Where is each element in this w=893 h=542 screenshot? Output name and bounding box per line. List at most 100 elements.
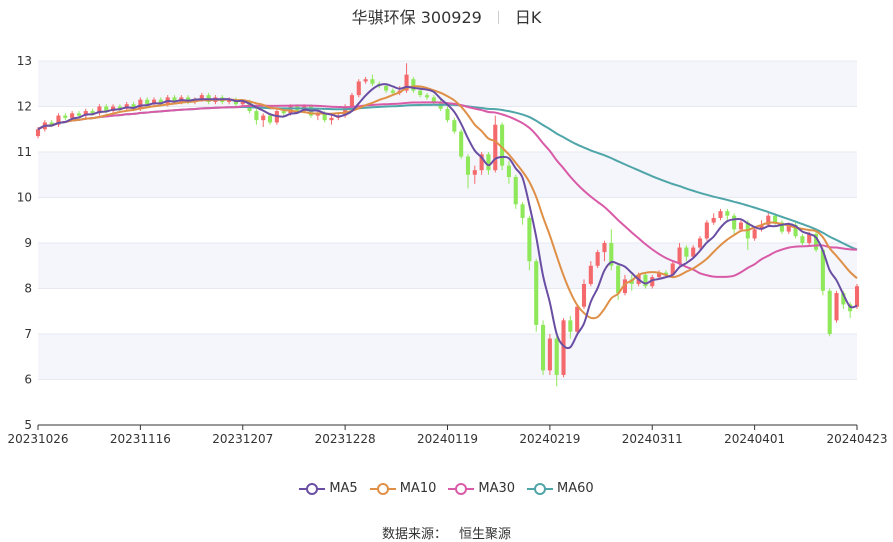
candle-body — [732, 215, 737, 230]
x-tick-label: 20240423 — [826, 432, 887, 446]
candle — [779, 220, 784, 234]
candle-body — [704, 222, 709, 239]
candle-body — [527, 217, 532, 262]
legend-marker-icon — [527, 482, 554, 495]
candle-body — [827, 290, 832, 334]
candle-body — [35, 129, 41, 137]
candle-body — [356, 81, 361, 96]
candle-body — [834, 293, 839, 321]
x-axis: 20231026 20231116 20231207 20231228 20240119… — [7, 424, 888, 446]
candle-body — [431, 97, 436, 102]
candle-body — [370, 79, 375, 84]
y-tick-label: 9 — [24, 236, 32, 250]
candle-body — [547, 338, 552, 371]
candle-body — [363, 79, 368, 82]
candle-body — [459, 131, 464, 157]
candle — [718, 208, 723, 221]
candle-body — [349, 95, 354, 107]
source-label: 数据来源： — [381, 527, 447, 542]
candle — [493, 115, 498, 173]
candle-body — [384, 86, 389, 91]
candle-body — [268, 115, 273, 123]
grid-band — [38, 152, 857, 198]
candle-body — [684, 247, 689, 257]
candle-body — [486, 154, 491, 171]
candle-body — [329, 117, 334, 121]
candle-body — [725, 211, 730, 216]
candle-body — [554, 338, 559, 375]
candle-body — [677, 247, 682, 264]
candle-body — [465, 156, 471, 175]
candle — [63, 113, 68, 121]
candle — [520, 202, 525, 225]
candle-body — [588, 265, 593, 284]
candle-body — [581, 283, 587, 307]
candle-body — [76, 113, 81, 116]
candle — [459, 129, 464, 159]
candle — [452, 117, 457, 134]
candle — [445, 106, 450, 123]
legend: MA5 MA10 MA30 MA60 — [0, 481, 893, 500]
x-tick-label: 20231207 — [212, 432, 273, 446]
candle-body — [575, 306, 580, 332]
candle — [834, 290, 839, 323]
candle — [411, 76, 416, 93]
candle-body — [261, 115, 266, 121]
candle — [827, 288, 832, 337]
candle-body — [752, 229, 757, 239]
candle — [83, 108, 88, 118]
y-tick-label: 6 — [24, 373, 32, 387]
candle — [56, 113, 61, 127]
candle-body — [424, 95, 430, 98]
candle — [854, 283, 860, 309]
y-tick-label: 11 — [17, 145, 32, 159]
candle — [513, 174, 518, 209]
candle — [704, 220, 709, 241]
candle — [547, 334, 552, 375]
candle — [356, 79, 361, 98]
legend-label: MA10 — [399, 481, 437, 496]
candle-body — [697, 238, 703, 248]
candle-body — [541, 324, 546, 371]
y-tick-label: 7 — [24, 327, 32, 341]
candle — [575, 304, 580, 334]
y-tick-label: 13 — [17, 54, 32, 68]
legend-item-ma60[interactable]: MA60 — [527, 481, 594, 496]
candle-body — [718, 211, 723, 218]
legend-item-ma30[interactable]: MA30 — [448, 481, 515, 496]
candle-body — [773, 215, 778, 223]
candle-body — [616, 265, 621, 294]
legend-marker-icon — [369, 482, 396, 495]
candle — [261, 113, 266, 127]
y-tick-label: 5 — [24, 418, 32, 432]
data-source: 数据来源： 恒生聚源 — [0, 523, 893, 542]
candle-body — [534, 261, 539, 325]
candle-body — [145, 99, 150, 105]
candle — [329, 115, 334, 125]
candle — [254, 108, 259, 125]
candle-body — [513, 177, 518, 205]
x-tick-label: 20240119 — [417, 432, 478, 446]
candle — [732, 213, 737, 234]
legend-label: MA30 — [478, 481, 516, 496]
candle — [541, 320, 546, 375]
kline-chart: 5678910111213 20231026 20231116 20231207 20… — [7, 54, 888, 446]
legend-item-ma5[interactable]: MA5 — [299, 481, 358, 496]
candle-body — [418, 90, 423, 96]
x-tick-label: 20240311 — [622, 432, 683, 446]
candle — [315, 111, 320, 121]
candle-body — [445, 108, 450, 121]
x-tick-label: 20231026 — [7, 432, 68, 446]
legend-item-ma10[interactable]: MA10 — [369, 481, 437, 496]
candle-body — [643, 274, 648, 287]
x-tick-label: 20240219 — [519, 432, 580, 446]
candle — [534, 258, 539, 332]
candle-body — [520, 204, 525, 218]
candle — [725, 208, 730, 221]
candle — [814, 231, 819, 253]
candle — [752, 227, 757, 241]
x-tick-label: 20231228 — [315, 432, 376, 446]
candle-body — [506, 165, 511, 178]
candle-body — [854, 286, 860, 307]
candle — [711, 213, 716, 225]
